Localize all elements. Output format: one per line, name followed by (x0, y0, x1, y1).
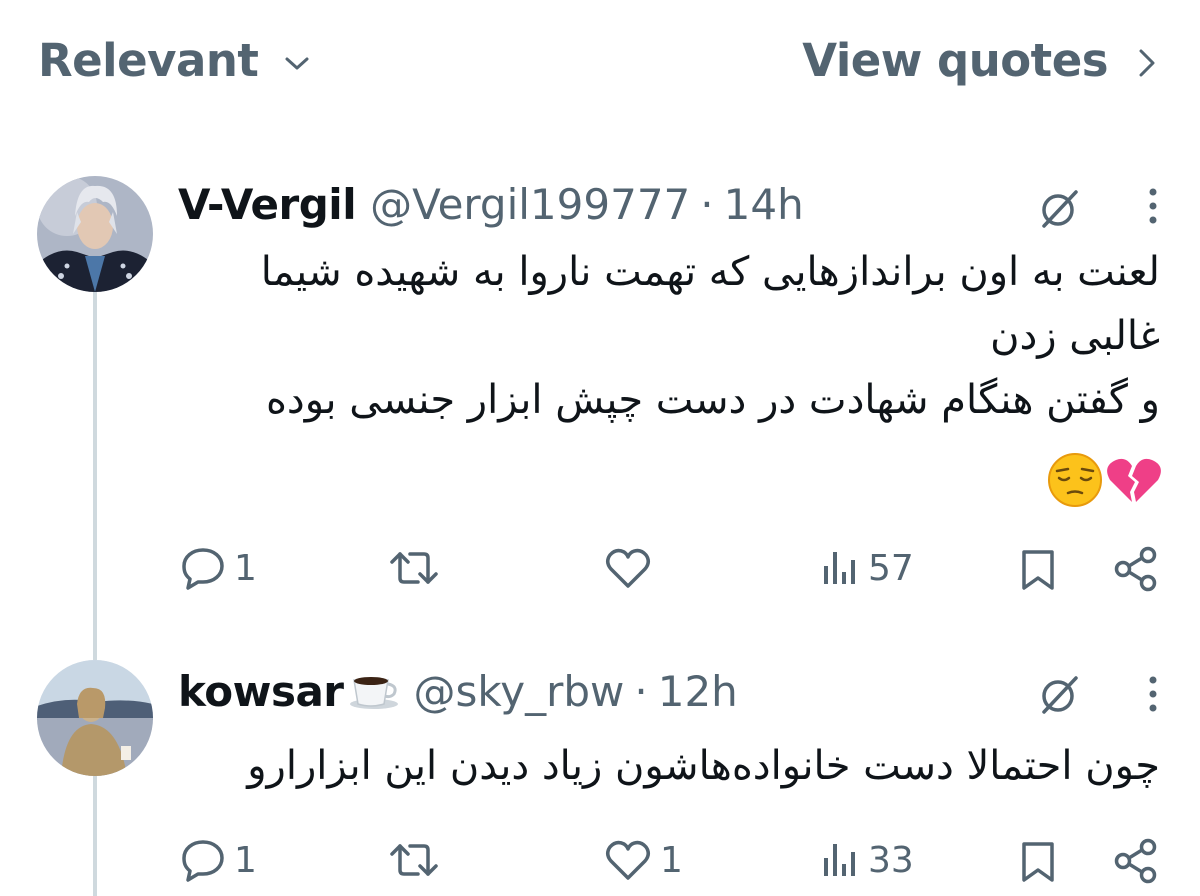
tweet-text-line: و گفتن هنگام شهادت در دست چپش ابزار جنسی… (265, 377, 1160, 423)
tweet-text-line: لعنت به اون براندازهایی که تهمت ناروا به… (260, 249, 1160, 295)
views-count: 33 (868, 839, 914, 881)
avatar-image (37, 660, 153, 776)
emoji-line (1046, 452, 1164, 508)
views-icon (824, 844, 855, 876)
handle[interactable]: @Vergil199777 (370, 180, 690, 229)
views-icon (824, 552, 855, 584)
views-button[interactable]: 57 (820, 546, 914, 590)
more-icon[interactable] (1146, 674, 1160, 714)
like-icon (606, 548, 650, 588)
avatar[interactable] (37, 176, 153, 292)
view-quotes-button[interactable]: View quotes (802, 34, 1156, 87)
sort-label: Relevant (38, 34, 259, 87)
reply-count: 1 (234, 839, 257, 881)
views-button[interactable]: 33 (820, 838, 914, 882)
tweet-header: V-Vergil @Vergil199777 · 14h (178, 180, 804, 229)
share-icon[interactable] (1112, 546, 1160, 592)
avatar[interactable] (37, 660, 153, 776)
display-name[interactable]: kowsar (178, 667, 344, 716)
avatar-image (37, 176, 153, 292)
sort-dropdown[interactable]: Relevant (38, 34, 310, 87)
reply-button[interactable]: 1 (180, 838, 257, 882)
tweet-actions: 1 57 (0, 538, 1200, 598)
hot-beverage-emoji (349, 677, 398, 709)
pensive-face-emoji (1048, 453, 1102, 507)
reply-icon (182, 548, 224, 590)
tweet-text: لعنت به اون براندازهایی که تهمت ناروا به… (261, 240, 1160, 432)
timestamp[interactable]: 12h (658, 667, 738, 716)
tweet-text-line: چون احتمالا دست خانواده‌هاشون زیاد دیدن … (247, 743, 1160, 789)
view-quotes-label: View quotes (802, 34, 1108, 87)
handle[interactable]: @sky_rbw (414, 667, 625, 716)
tweet-actions: 1 1 33 (0, 830, 1200, 890)
grok-icon[interactable] (1036, 672, 1082, 718)
reply-button[interactable]: 1 (180, 546, 257, 590)
tweet-text: چون احتمالا دست خانواده‌هاشون زیاد دیدن … (247, 734, 1160, 798)
separator-dot: · (634, 667, 648, 716)
bookmark-icon[interactable] (1018, 840, 1058, 884)
top-bar: Relevant View quotes (0, 0, 1200, 130)
repost-button[interactable] (388, 546, 448, 590)
grok-icon[interactable] (1036, 186, 1082, 232)
views-count: 57 (868, 547, 914, 589)
repost-button[interactable] (388, 838, 448, 882)
chevron-down-icon (285, 57, 309, 69)
reply-count: 1 (234, 547, 257, 589)
display-name[interactable]: V-Vergil (178, 180, 357, 229)
like-button[interactable]: 1 (604, 838, 683, 882)
repost-icon (390, 552, 438, 584)
tweet-text-line: غالبی زدن (990, 313, 1160, 359)
like-icon (606, 840, 650, 880)
like-count: 1 (660, 839, 683, 881)
bookmark-icon[interactable] (1018, 548, 1058, 592)
more-icon[interactable] (1146, 186, 1160, 226)
reply-icon (182, 840, 224, 882)
separator-dot: · (700, 180, 714, 229)
tweet-header: kowsar @sky_rbw · 12h (178, 666, 738, 716)
timestamp[interactable]: 14h (724, 180, 804, 229)
share-icon[interactable] (1112, 838, 1160, 884)
repost-icon (390, 844, 438, 876)
broken-heart-emoji (1107, 458, 1161, 502)
like-button[interactable] (604, 546, 660, 590)
chevron-right-icon (1139, 49, 1155, 76)
